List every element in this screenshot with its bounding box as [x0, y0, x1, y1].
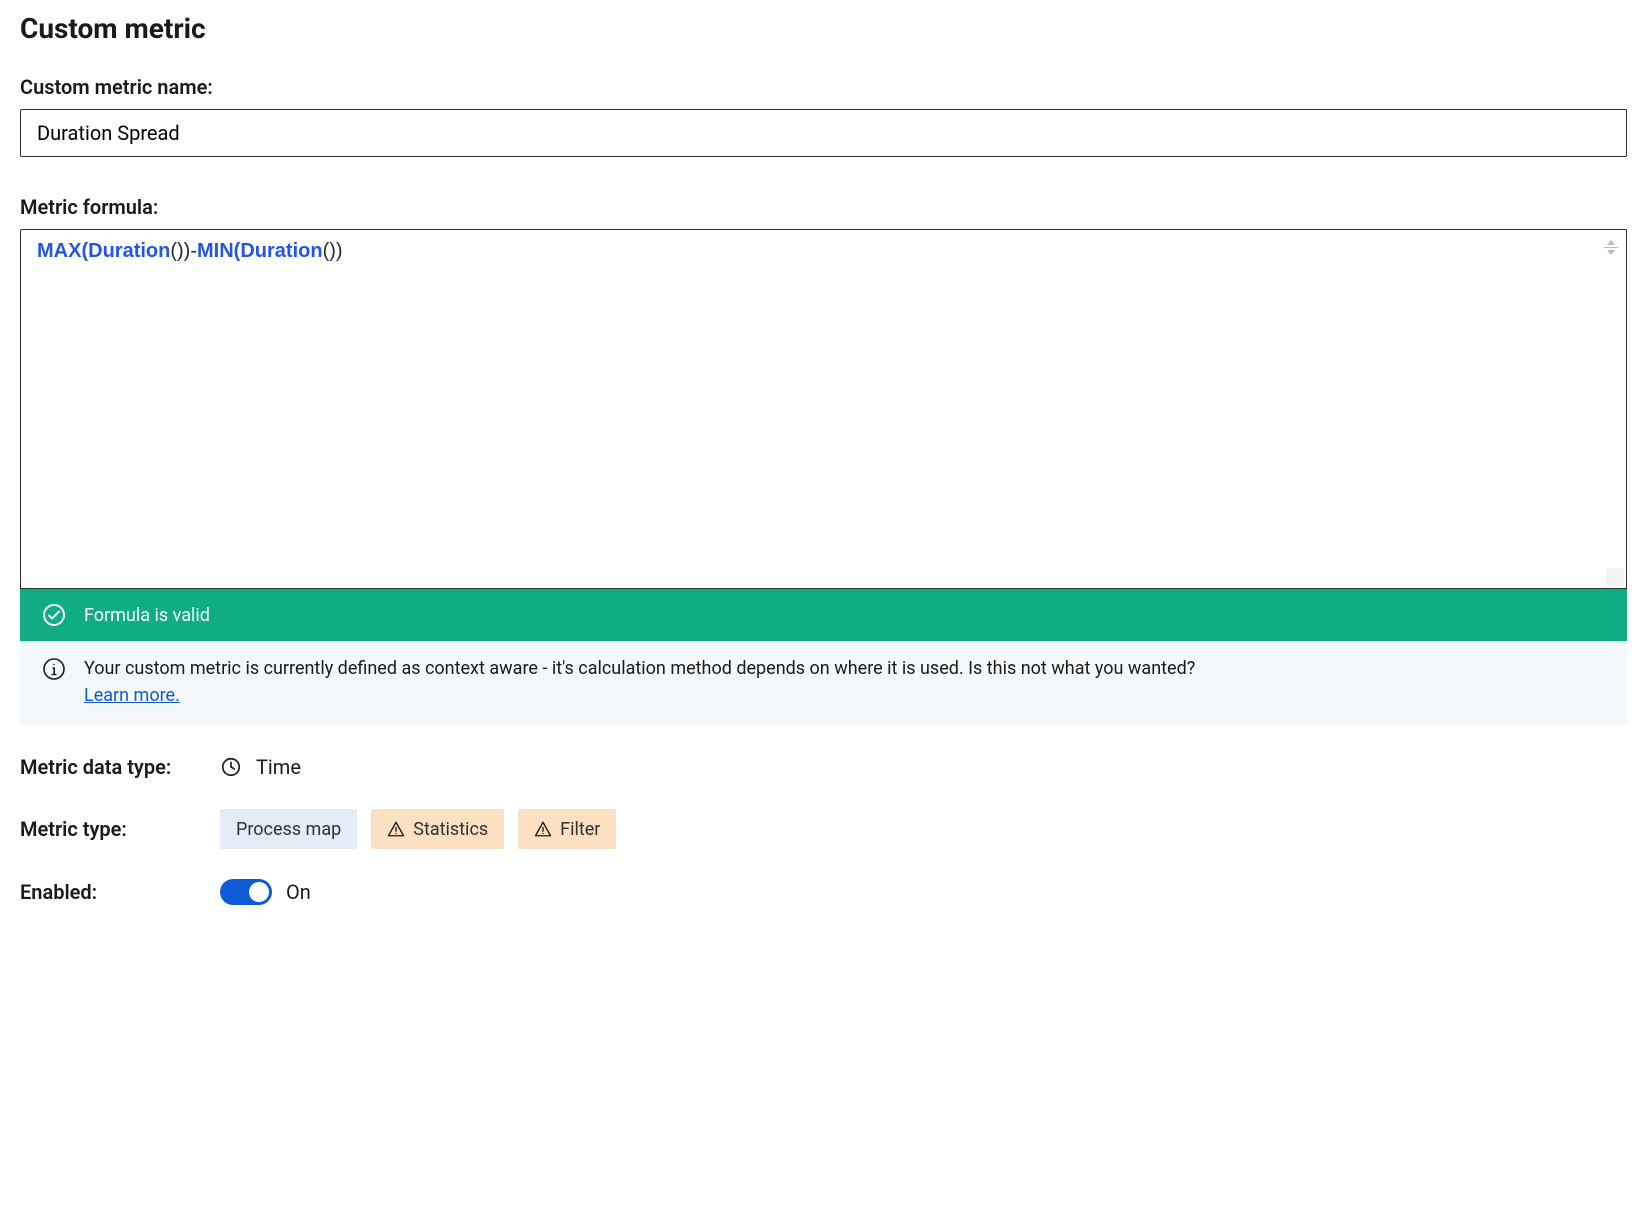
data-type-label: Metric data type: — [20, 755, 220, 779]
formula-content[interactable]: MAX(Duration())-MIN(Duration()) — [37, 240, 1610, 263]
scroll-corner — [1606, 568, 1624, 586]
warning-icon — [387, 820, 405, 838]
metric-name-input[interactable] — [20, 109, 1627, 157]
info-icon — [42, 657, 66, 681]
formula-token-min: MIN — [197, 240, 234, 262]
warning-icon — [534, 820, 552, 838]
validation-message: Formula is valid — [84, 605, 210, 626]
page-title: Custom metric — [20, 12, 1627, 45]
formula-editor[interactable]: MAX(Duration())-MIN(Duration()) — [20, 229, 1627, 589]
data-type-value: Time — [256, 755, 301, 779]
info-text: Your custom metric is currently defined … — [84, 655, 1195, 709]
clock-icon — [220, 756, 242, 778]
badge-statistics[interactable]: Statistics — [371, 809, 504, 849]
formula-label: Metric formula: — [20, 195, 1627, 219]
formula-token-duration: Duration — [240, 240, 322, 262]
formula-token-max: MAX — [37, 240, 81, 262]
badge-filter[interactable]: Filter — [518, 809, 616, 849]
resize-handle-icon[interactable] — [1602, 238, 1620, 256]
check-circle-icon — [42, 603, 66, 627]
badge-process-map[interactable]: Process map — [220, 809, 357, 849]
validation-bar: Formula is valid — [20, 589, 1627, 641]
metric-name-label: Custom metric name: — [20, 75, 1627, 99]
enabled-toggle[interactable] — [220, 879, 272, 905]
enabled-state: On — [286, 880, 311, 904]
info-bar: Your custom metric is currently defined … — [20, 641, 1627, 725]
toggle-knob — [249, 882, 269, 902]
formula-token-duration: Duration — [88, 240, 170, 262]
learn-more-link[interactable]: Learn more. — [84, 685, 180, 706]
metric-type-label: Metric type: — [20, 817, 220, 841]
enabled-label: Enabled: — [20, 880, 220, 904]
